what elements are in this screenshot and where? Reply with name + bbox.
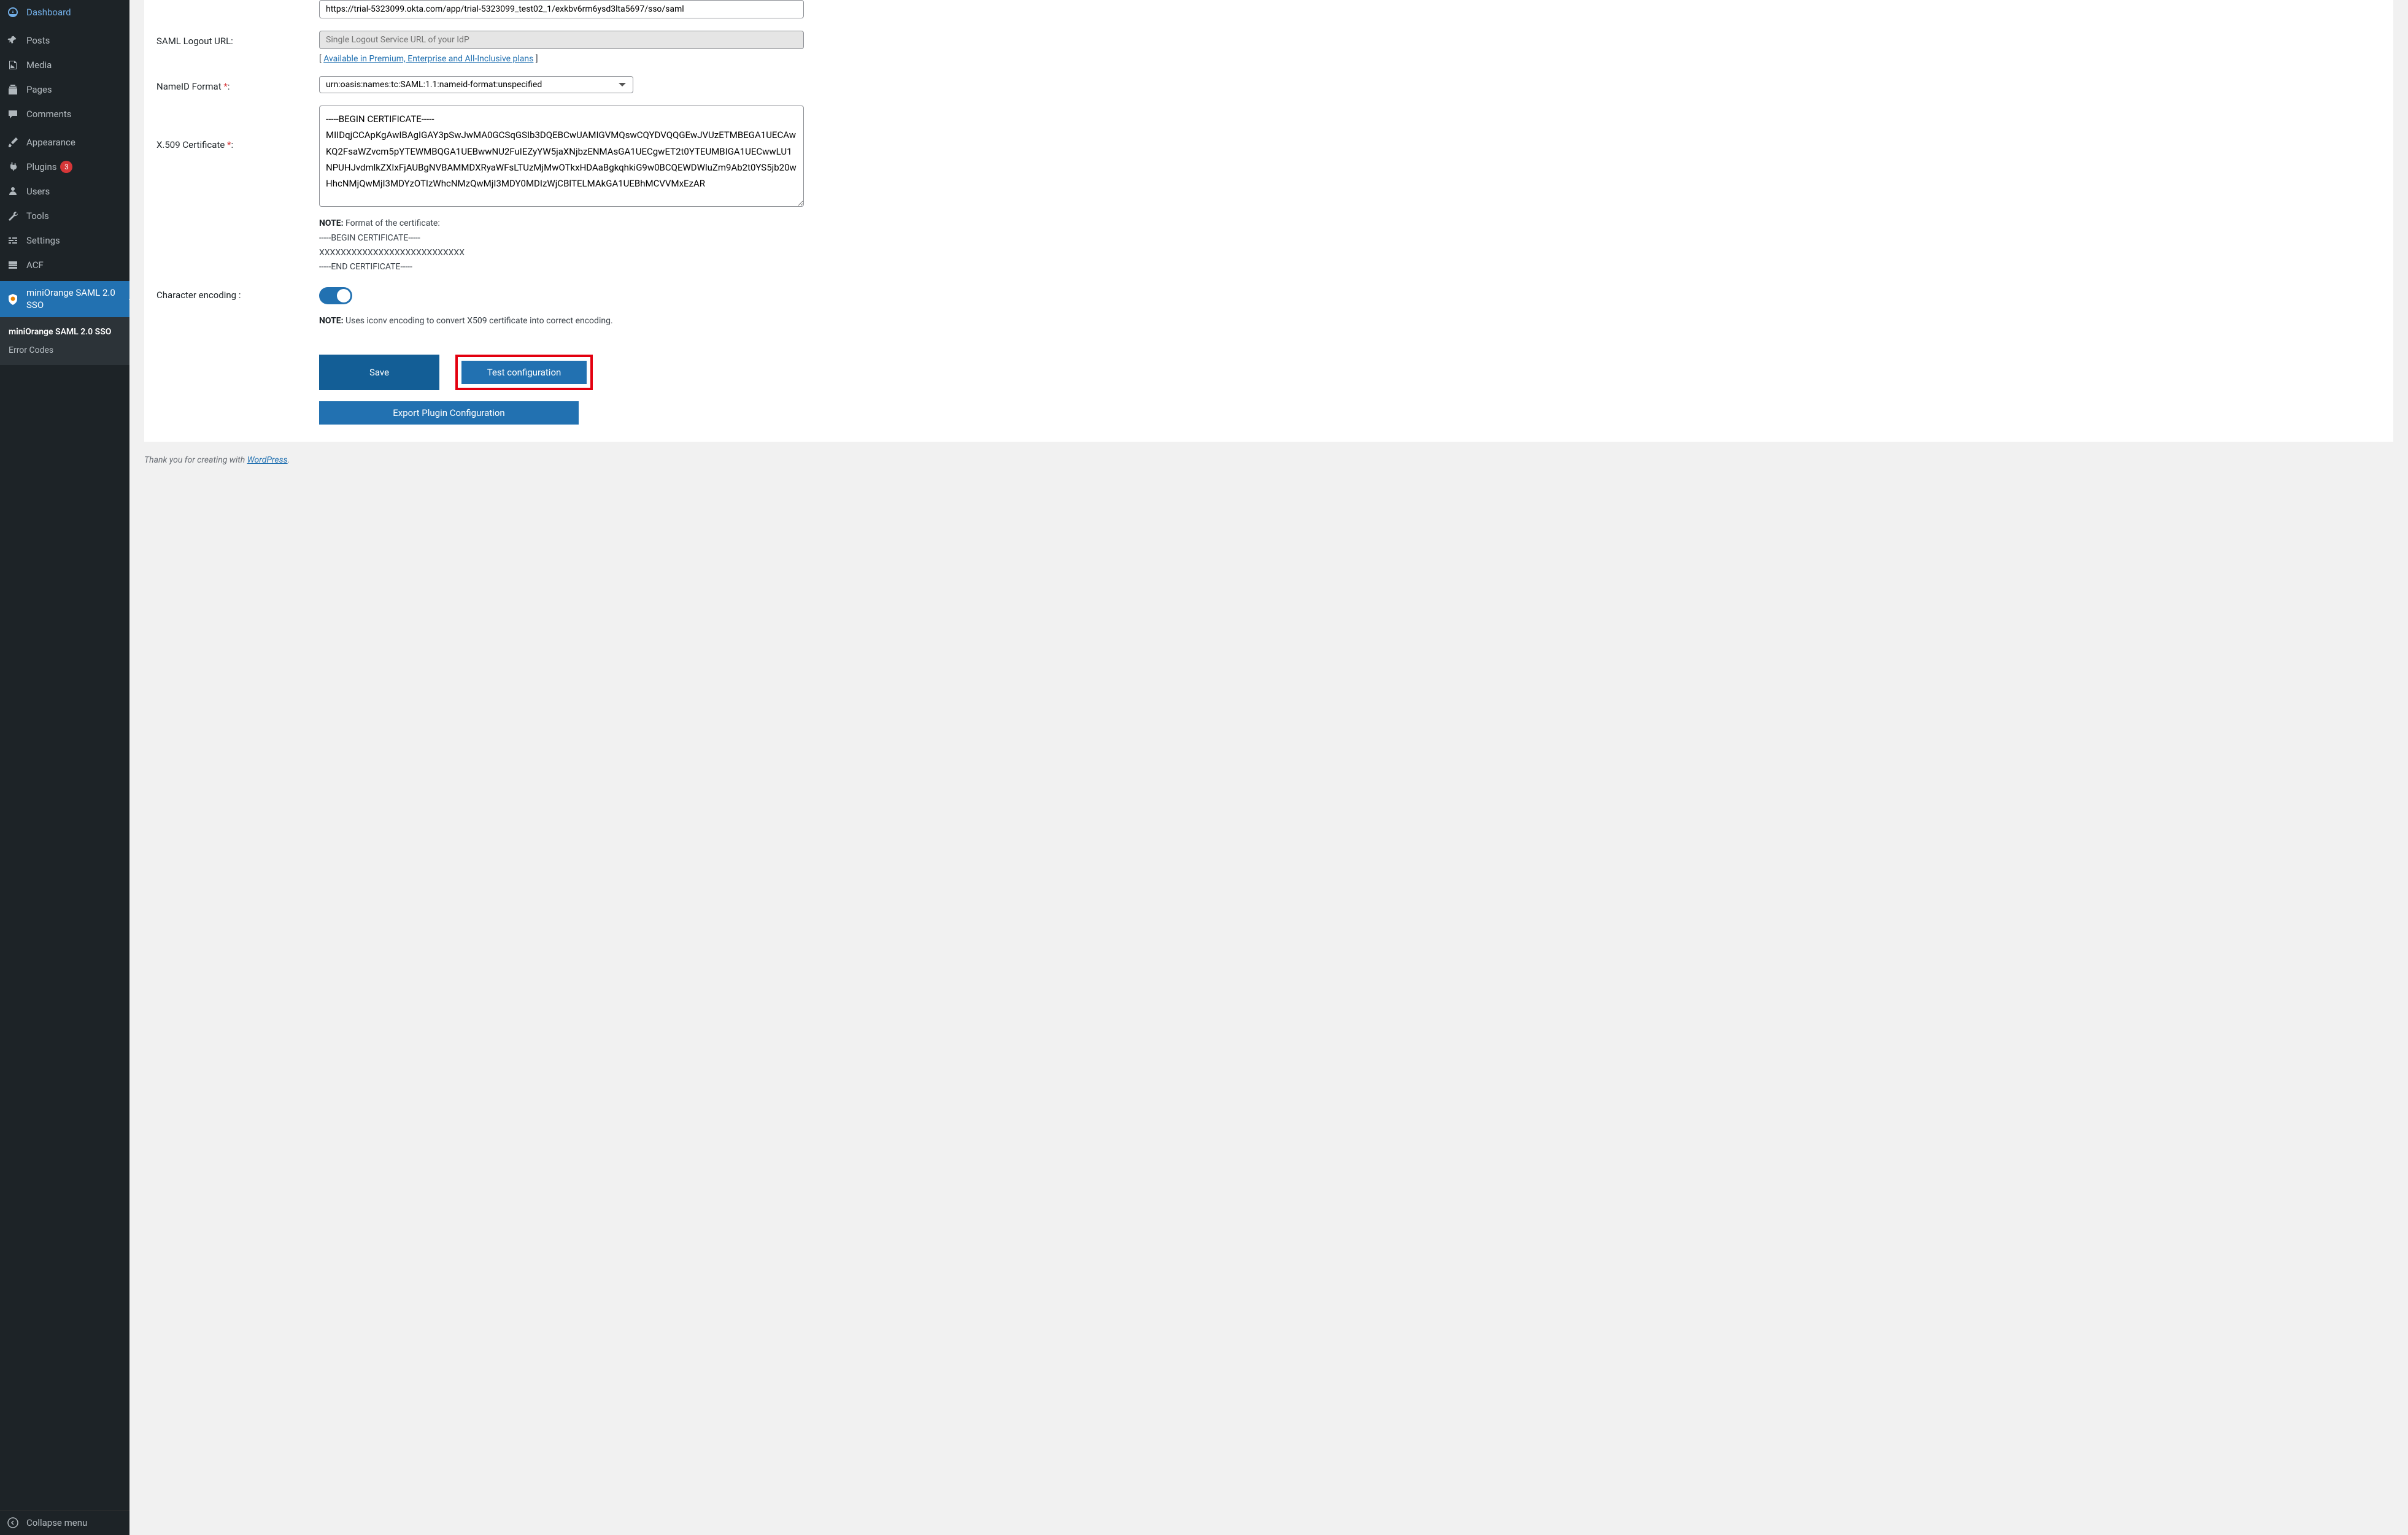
main-content: SAML Logout URL: [ Available in Premium,… [129,0,2408,1535]
sidebar-item-label: Appearance [26,137,75,148]
logout-upgrade-note: [ Available in Premium, Enterprise and A… [319,54,804,64]
sidebar-item-settings[interactable]: Settings [0,228,129,253]
sidebar-item-users[interactable]: Users [0,179,129,204]
submenu-item-main[interactable]: miniOrange SAML 2.0 SSO [0,323,129,341]
sidebar-item-plugins[interactable]: Plugins 3 [0,155,129,179]
save-button[interactable]: Save [319,355,439,390]
cert-label: X.509 Certificate *: [156,106,319,150]
upgrade-link[interactable]: Available in Premium, Enterprise and All… [323,54,533,64]
comment-icon [7,108,19,120]
collapse-label: Collapse menu [26,1517,87,1528]
test-configuration-button[interactable]: Test configuration [461,361,587,384]
encoding-label: Character encoding : [156,287,319,301]
collapse-menu[interactable]: Collapse menu [0,1510,129,1535]
encoding-toggle[interactable] [319,287,352,304]
collapse-icon [7,1517,19,1529]
sidebar-item-dashboard[interactable]: Dashboard [0,0,129,25]
sidebar-item-label: Plugins [26,161,56,172]
sidebar-item-posts[interactable]: Posts [0,28,129,53]
media-icon [7,59,19,71]
x509-cert-textarea[interactable]: -----BEGIN CERTIFICATE----- MIIDqjCCApKg… [319,106,804,207]
sidebar-item-tools[interactable]: Tools [0,204,129,228]
sidebar-item-pages[interactable]: Pages [0,77,129,102]
sidebar-item-label: Settings [26,235,60,246]
cert-format-note: NOTE: Format of the certificate: -----BE… [319,217,804,275]
sidebar-item-label: Posts [26,35,50,46]
sidebar-item-media[interactable]: Media [0,53,129,77]
encoding-note: NOTE: Uses iconv encoding to convert X50… [319,314,804,329]
sliders-icon [7,234,19,247]
sidebar-item-label: Users [26,186,50,197]
user-icon [7,185,19,198]
sidebar-item-appearance[interactable]: Appearance [0,130,129,155]
export-config-button[interactable]: Export Plugin Configuration [319,401,579,425]
nameid-label: NameID Format *: [156,76,319,92]
wordpress-link[interactable]: WordPress [247,455,288,465]
sidebar-item-label: Pages [26,84,52,95]
submenu-item-error-codes[interactable]: Error Codes [0,341,129,360]
shield-icon [7,293,19,306]
sidebar-item-label: Comments [26,109,72,120]
saml-logout-url-input [319,31,804,49]
brush-icon [7,136,19,148]
plugins-update-badge: 3 [60,161,72,173]
sidebar-item-label: Dashboard [26,7,71,18]
pin-icon [7,34,19,47]
saml-login-url-input[interactable] [319,0,804,18]
settings-panel: SAML Logout URL: [ Available in Premium,… [144,0,2393,442]
sidebar-submenu: miniOrange SAML 2.0 SSO Error Codes [0,317,129,365]
admin-sidebar: Dashboard Posts Media Pages Comments App… [0,0,129,1535]
dashboard-icon [7,6,19,18]
sidebar-item-label: Tools [26,210,49,221]
acf-icon [7,259,19,271]
plug-icon [7,161,19,173]
sidebar-item-acf[interactable]: ACF [0,253,129,277]
sidebar-item-label: miniOrange SAML 2.0 SSO [26,287,123,311]
nameid-format-select[interactable]: urn:oasis:names:tc:SAML:1.1:nameid-forma… [319,76,633,93]
wrench-icon [7,210,19,222]
sidebar-item-comments[interactable]: Comments [0,102,129,126]
logout-url-label: SAML Logout URL: [156,31,319,47]
admin-footer: Thank you for creating with WordPress. [129,442,2408,479]
sidebar-item-miniorange[interactable]: miniOrange SAML 2.0 SSO [0,281,129,317]
test-config-highlight: Test configuration [455,355,593,390]
sidebar-item-label: ACF [26,260,44,271]
sidebar-item-label: Media [26,60,52,71]
pages-icon [7,83,19,96]
